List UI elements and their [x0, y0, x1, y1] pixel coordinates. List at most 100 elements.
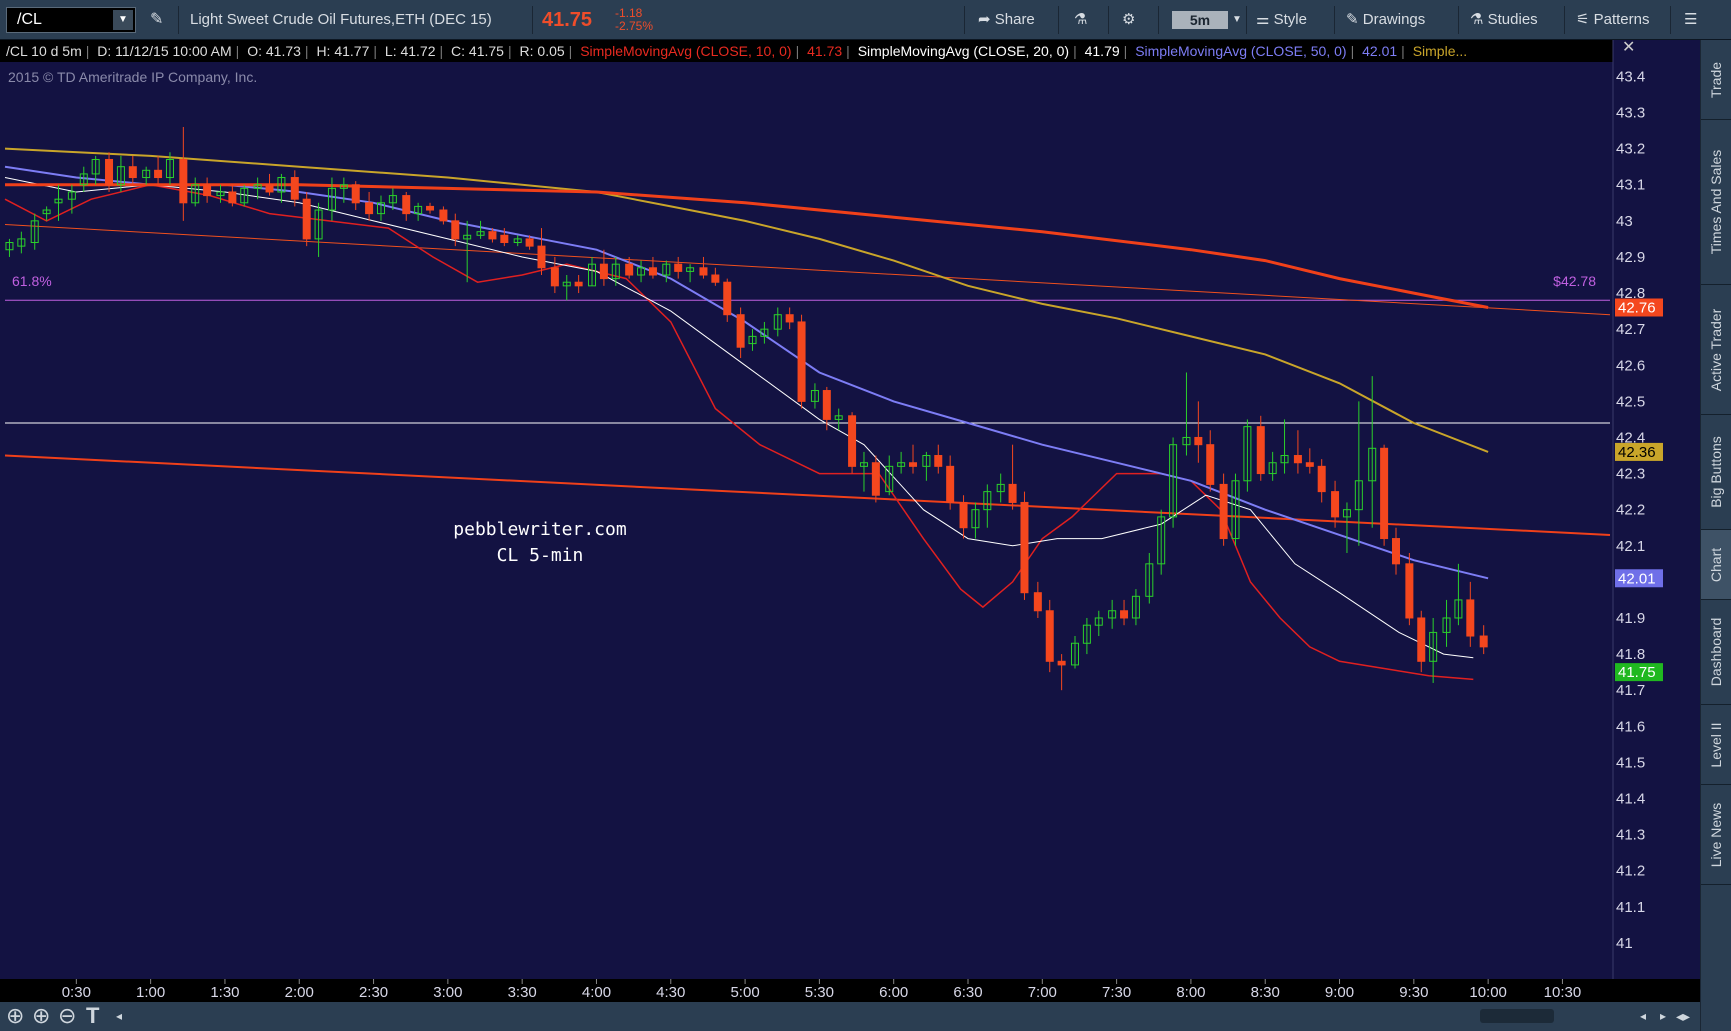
- time-tick-label: 6:30: [953, 984, 982, 1001]
- price-badge-label: 41.75: [1618, 664, 1656, 681]
- candle-body: [1293, 455, 1302, 464]
- tab-level-ii[interactable]: Level II: [1701, 705, 1731, 785]
- candle-body: [1219, 483, 1228, 540]
- candle-down: [1405, 552, 1414, 626]
- price-tick-label: 41.6: [1616, 718, 1645, 735]
- fib-price-label: $42.78: [1553, 273, 1596, 289]
- tab-label: Chart: [1708, 547, 1724, 582]
- price-tick-label: 42.2: [1616, 502, 1645, 519]
- candle-body: [1380, 447, 1389, 540]
- candle-body: [1331, 491, 1340, 518]
- price-chart[interactable]: 2015 © TD Ameritrade IP Company, Inc. 61…: [0, 0, 1700, 1002]
- candle-body: [822, 390, 831, 420]
- candle-body: [1256, 426, 1265, 475]
- candle-body: [1417, 617, 1426, 662]
- candle-body: [1405, 563, 1414, 619]
- candle-body: [848, 415, 857, 467]
- tab-active-trader[interactable]: Active Trader: [1701, 285, 1731, 415]
- candle-body: [625, 263, 634, 276]
- candle-body: [1305, 462, 1314, 467]
- chart-area: [0, 62, 1613, 979]
- candle-down: [1380, 444, 1389, 546]
- candle-body: [500, 234, 509, 244]
- candle-body: [1206, 444, 1215, 485]
- price-tick-label: 41.5: [1616, 754, 1645, 771]
- tab-big-buttons[interactable]: Big Buttons: [1701, 415, 1731, 530]
- price-tick-label: 43.2: [1616, 141, 1645, 158]
- price-tick-label: 41.9: [1616, 610, 1645, 627]
- tab-dashboard[interactable]: Dashboard: [1701, 600, 1731, 705]
- candle-body: [1008, 483, 1017, 503]
- time-tick-label: 6:00: [879, 984, 908, 1001]
- price-tick-label: 42.7: [1616, 321, 1645, 338]
- expand-icon[interactable]: ✕: [1622, 39, 1635, 56]
- time-axis[interactable]: [0, 979, 1700, 1002]
- price-tick-label: 41.3: [1616, 827, 1645, 844]
- candle-body: [105, 158, 114, 186]
- candle-down: [871, 455, 880, 503]
- zoom-in-icon[interactable]: ⊕: [32, 1004, 50, 1028]
- candle-body: [574, 281, 583, 287]
- fib-level-label: 61.8%: [12, 273, 52, 289]
- zoom-out-icon[interactable]: ⊖: [58, 1004, 76, 1028]
- watermark-caption: CL 5-min: [496, 545, 584, 566]
- candle-down: [1219, 473, 1228, 546]
- candle-body: [599, 263, 608, 280]
- candle-body: [1033, 592, 1042, 612]
- candle-body: [265, 184, 274, 193]
- time-tick-label: 9:00: [1325, 984, 1354, 1001]
- tab-times-and-sales[interactable]: Times And Sales: [1701, 120, 1731, 285]
- candle-body: [959, 501, 968, 529]
- price-tick-label: 41.2: [1616, 863, 1645, 880]
- candle-down: [848, 412, 857, 474]
- tab-live-news[interactable]: Live News: [1701, 785, 1731, 885]
- candle-body: [699, 267, 708, 276]
- price-tick-label: 42.5: [1616, 393, 1645, 410]
- candle-body: [439, 209, 448, 222]
- price-tick-label: 43.4: [1616, 68, 1645, 85]
- candle-body: [1392, 538, 1400, 565]
- crosshair-icon[interactable]: ⊕: [6, 1004, 24, 1028]
- candle-body: [402, 195, 411, 215]
- time-tick-label: 10:30: [1544, 984, 1582, 1001]
- scroll-left-icon[interactable]: ◂: [116, 1004, 122, 1028]
- time-tick-label: 4:30: [656, 984, 685, 1001]
- candle-body: [1120, 610, 1129, 619]
- time-tick-label: 2:00: [285, 984, 314, 1001]
- candle-body: [797, 321, 806, 402]
- candle-body: [648, 267, 657, 276]
- time-tick-label: 7:00: [1028, 984, 1057, 1001]
- price-badge-label: 42.76: [1618, 299, 1656, 316]
- price-tick-label: 42.6: [1616, 357, 1645, 374]
- scroll-right-icon[interactable]: ▸: [1660, 1004, 1666, 1028]
- fit-icon[interactable]: ◂▸: [1676, 1004, 1690, 1028]
- time-tick-label: 1:30: [210, 984, 239, 1001]
- time-tick-label: 3:00: [433, 984, 462, 1001]
- candle-down: [302, 191, 311, 247]
- scroll-left-icon[interactable]: ◂: [1640, 1004, 1646, 1028]
- price-tick-label: 43.1: [1616, 177, 1645, 194]
- time-tick-label: 1:00: [136, 984, 165, 1001]
- candle-body: [934, 455, 943, 467]
- tab-label: Active Trader: [1708, 308, 1724, 391]
- candle-body: [525, 238, 534, 247]
- tab-trade[interactable]: Trade: [1701, 40, 1731, 120]
- candle-body: [365, 202, 374, 215]
- tab-label: Level II: [1708, 721, 1724, 768]
- price-tick-label: 41.1: [1616, 899, 1645, 916]
- scrollbar-thumb[interactable]: [1480, 1009, 1554, 1023]
- text-tool-icon[interactable]: T: [86, 1004, 99, 1028]
- candle-body: [785, 314, 794, 323]
- candle-body: [537, 245, 546, 269]
- time-tick-label: 7:30: [1102, 984, 1131, 1001]
- tab-label: Times And Sales: [1708, 149, 1724, 255]
- candle-down: [797, 314, 806, 409]
- price-tick-label: 41.8: [1616, 646, 1645, 663]
- price-tick-label: 41.4: [1616, 790, 1645, 807]
- tab-chart[interactable]: Chart: [1701, 530, 1731, 600]
- candle-body: [488, 231, 497, 240]
- candle-body: [909, 462, 918, 467]
- candle-body: [1317, 465, 1326, 493]
- time-tick-label: 8:30: [1251, 984, 1280, 1001]
- time-tick-label: 3:30: [508, 984, 537, 1001]
